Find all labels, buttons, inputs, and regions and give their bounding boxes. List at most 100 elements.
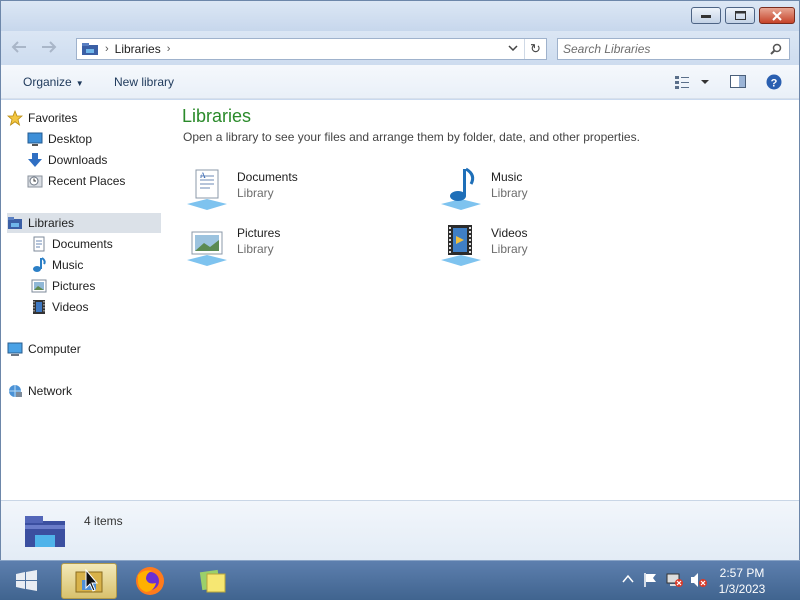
start-button[interactable] xyxy=(10,565,44,597)
new-library-button[interactable]: New library xyxy=(114,75,174,89)
preview-pane-button[interactable] xyxy=(730,74,746,93)
flag-icon xyxy=(644,573,656,587)
minimize-button[interactable] xyxy=(691,7,721,24)
minimize-icon xyxy=(701,14,711,18)
sidebar-item-label: Libraries xyxy=(28,216,75,230)
firefox-icon xyxy=(136,567,164,595)
close-icon xyxy=(772,10,782,21)
network-disconnected-icon xyxy=(666,573,683,587)
caption-buttons xyxy=(691,7,795,24)
music-icon xyxy=(31,257,47,273)
libraries-icon xyxy=(7,215,23,231)
sidebar-item-documents[interactable]: Documents xyxy=(31,234,161,254)
library-name: Music xyxy=(491,170,523,184)
volume-muted-icon xyxy=(691,573,707,587)
sidebar-item-label: Downloads xyxy=(48,153,108,167)
sidebar-item-music[interactable]: Music xyxy=(31,255,161,275)
page-title: Libraries xyxy=(182,106,252,126)
music-library-icon xyxy=(441,167,481,210)
explorer-window: › Libraries › ↻ Organize▼ New library xyxy=(0,0,800,560)
volume-button[interactable] xyxy=(690,572,708,591)
videos-icon xyxy=(31,299,47,315)
sidebar-item-label: Music xyxy=(52,258,84,272)
network-icon xyxy=(7,383,23,399)
title-bar[interactable] xyxy=(1,1,799,31)
search-input[interactable] xyxy=(558,39,758,59)
breadcrumb-libraries[interactable]: Libraries xyxy=(115,42,161,56)
library-type: Library xyxy=(491,242,528,256)
navigation-pane: Favorites Desktop Downloads Recent Place… xyxy=(1,100,167,500)
library-videos[interactable]: Videos Library xyxy=(438,222,658,268)
sidebar-item-computer[interactable]: Computer xyxy=(7,339,161,359)
svg-text:?: ? xyxy=(771,78,778,90)
breadcrumb-chevron-icon[interactable]: › xyxy=(105,43,109,55)
libraries-large-icon xyxy=(25,516,65,547)
sidebar-item-network[interactable]: Network xyxy=(7,381,161,401)
back-arrow-icon[interactable] xyxy=(9,40,29,56)
breadcrumb-chevron-icon[interactable]: › xyxy=(167,43,171,55)
sidebar-item-pictures[interactable]: Pictures xyxy=(31,276,161,296)
sidebar-item-label: Network xyxy=(28,384,73,398)
star-icon xyxy=(7,110,23,126)
sidebar-item-label: Videos xyxy=(52,300,89,314)
taskbar-sticky-notes-button[interactable] xyxy=(185,563,241,599)
action-center-button[interactable] xyxy=(642,572,658,591)
taskbar: 2:57 PM 1/3/2023 xyxy=(0,560,800,600)
address-dropdown-icon[interactable] xyxy=(506,42,520,56)
videos-library-icon xyxy=(441,225,481,266)
documents-library-icon: A xyxy=(187,169,227,210)
sidebar-item-label: Favorites xyxy=(28,111,78,125)
file-explorer-icon xyxy=(75,568,103,593)
close-button[interactable] xyxy=(759,7,795,24)
taskbar-explorer-button[interactable] xyxy=(61,563,117,599)
library-pictures[interactable]: Pictures Library xyxy=(184,222,404,268)
sidebar-item-label: Computer xyxy=(28,342,81,356)
maximize-icon xyxy=(734,11,746,20)
windows-logo-icon xyxy=(16,570,37,591)
desktop-icon xyxy=(27,131,43,147)
system-clock[interactable]: 2:57 PM 1/3/2023 xyxy=(710,565,774,597)
address-bar[interactable]: › Libraries › ↻ xyxy=(76,38,547,60)
taskbar-firefox-button[interactable] xyxy=(122,563,178,599)
search-icon[interactable] xyxy=(770,43,782,55)
organize-button[interactable]: Organize ▼ xyxy=(23,75,84,89)
svg-text:A: A xyxy=(200,171,206,180)
help-icon: ? xyxy=(766,74,782,90)
navigation-bar: › Libraries › ↻ xyxy=(1,31,799,65)
pictures-library-icon xyxy=(187,231,227,266)
library-type: Library xyxy=(237,242,274,256)
sidebar-item-desktop[interactable]: Desktop xyxy=(27,129,161,149)
sidebar-item-videos[interactable]: Videos xyxy=(31,297,161,317)
organize-label: Organize xyxy=(23,75,72,89)
chevron-up-icon xyxy=(622,574,634,583)
libraries-icon xyxy=(82,43,98,55)
documents-icon xyxy=(31,236,47,252)
preview-pane-icon xyxy=(730,75,746,88)
help-button[interactable]: ? xyxy=(766,74,782,93)
dropdown-caret-icon: ▼ xyxy=(75,79,84,88)
show-hidden-icons-button[interactable] xyxy=(621,572,635,589)
change-view-button[interactable] xyxy=(675,74,711,93)
view-options-icon xyxy=(675,76,709,89)
maximize-button[interactable] xyxy=(725,7,755,24)
network-status-button[interactable] xyxy=(666,572,684,591)
refresh-icon[interactable]: ↻ xyxy=(524,39,546,59)
search-box[interactable] xyxy=(557,38,790,60)
recent-places-icon xyxy=(27,173,43,189)
downloads-icon xyxy=(27,152,43,168)
library-documents[interactable]: A Documents Library xyxy=(184,166,404,212)
sidebar-item-label: Recent Places xyxy=(48,174,126,188)
library-music[interactable]: Music Library xyxy=(438,166,658,212)
clock-date: 1/3/2023 xyxy=(718,582,766,596)
sidebar-item-label: Pictures xyxy=(52,279,96,293)
sidebar-item-favorites[interactable]: Favorites xyxy=(7,108,161,128)
sidebar-item-recent-places[interactable]: Recent Places xyxy=(27,171,161,191)
sidebar-item-downloads[interactable]: Downloads xyxy=(27,150,161,170)
sidebar-item-libraries[interactable]: Libraries xyxy=(7,213,161,233)
library-name: Pictures xyxy=(237,226,281,240)
command-bar: Organize ▼ New library ? xyxy=(1,65,799,99)
sidebar-item-label: Documents xyxy=(52,237,113,251)
item-count: 4 items xyxy=(84,514,123,528)
pictures-icon xyxy=(31,278,47,294)
forward-arrow-icon[interactable] xyxy=(39,40,59,56)
